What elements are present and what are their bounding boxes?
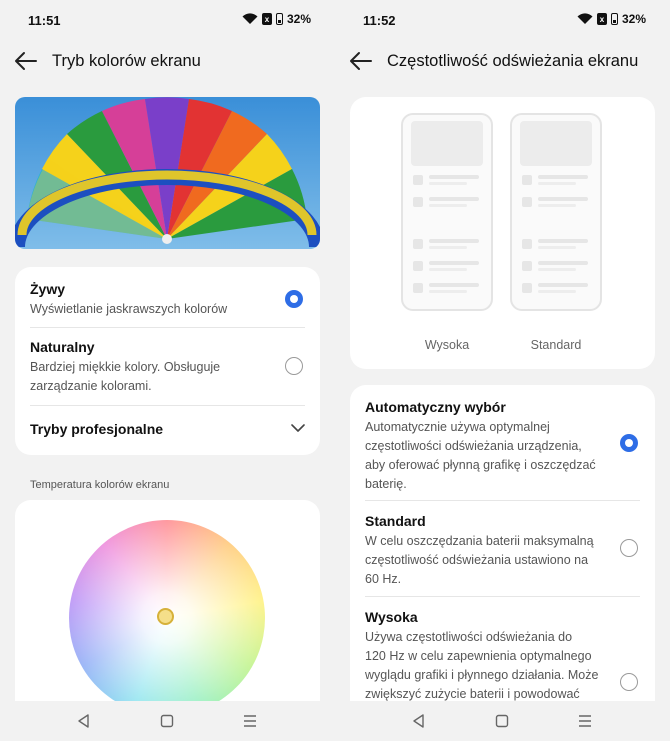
status-icons: x 32% — [242, 12, 311, 26]
option-standard[interactable]: Standard W celu oszczędzania baterii mak… — [365, 513, 610, 589]
refresh-rate-screen: 11:52 x 32% Częstotliwość odświeżania ek… — [335, 0, 670, 741]
color-mode-screen: 11:51 x 32% Tryb kolorów ekranu Żywy Wyś… — [0, 0, 335, 741]
preview-row — [522, 237, 592, 251]
no-sim-icon: x — [596, 13, 607, 25]
back-arrow-icon[interactable] — [14, 50, 38, 72]
desc-line: Używa częstotliwości odświeżania do — [365, 630, 573, 644]
option-natural[interactable]: Naturalny Bardziej miękkie kolory. Obsłu… — [30, 339, 275, 396]
home-square-icon[interactable] — [494, 713, 510, 729]
status-bar: 11:51 x 32% — [0, 0, 335, 40]
back-triangle-icon[interactable] — [411, 713, 427, 729]
battery-icon — [275, 13, 283, 25]
preview-row — [413, 173, 483, 187]
preview-row — [522, 173, 592, 187]
option-auto[interactable]: Automatyczny wybór Automatycznie używa o… — [365, 399, 610, 494]
option-vivid-desc: Wyświetlanie jaskrawszych kolorów — [30, 302, 228, 316]
desc-line: aby oferować płynną grafikę i oszczędzać — [365, 458, 596, 472]
divider — [30, 405, 305, 406]
chevron-down-icon[interactable] — [291, 423, 305, 433]
status-time: 11:51 — [28, 13, 61, 28]
back-arrow-icon[interactable] — [349, 50, 373, 72]
back-triangle-icon[interactable] — [76, 713, 92, 729]
status-time: 11:52 — [363, 13, 396, 28]
vivid-radio[interactable] — [285, 290, 303, 308]
phone-preview-high — [401, 113, 493, 311]
color-mode-options: Żywy Wyświetlanie jaskrawszych kolorów N… — [15, 267, 320, 455]
preview-label-high: Wysoka — [424, 338, 470, 352]
preview-row — [522, 281, 592, 295]
status-bar: 11:52 x 32% — [335, 0, 670, 40]
preview-row — [413, 195, 483, 209]
option-high-desc: Używa częstotliwości odświeżania do 120 … — [365, 628, 610, 704]
option-natural-desc: Bardziej miękkie kolory. Obsługuje zarzą… — [30, 358, 275, 396]
preview-row — [413, 281, 483, 295]
preview-row — [413, 259, 483, 273]
desc-line: baterię. — [365, 477, 407, 491]
preview-row — [413, 237, 483, 251]
refresh-preview-card: Wysoka Standard — [350, 97, 655, 369]
divider — [365, 596, 640, 597]
preview-row — [522, 195, 592, 209]
preview-label-standard: Standard — [530, 338, 582, 352]
phone-preview-standard — [510, 113, 602, 311]
wifi-icon — [577, 13, 593, 24]
option-standard-desc: W celu oszczędzania baterii maksymalną c… — [365, 532, 610, 589]
wifi-icon — [242, 13, 258, 24]
high-radio[interactable] — [620, 673, 638, 691]
battery-percent: 32% — [621, 12, 646, 26]
status-icons: x 32% — [577, 12, 646, 26]
home-square-icon[interactable] — [159, 713, 175, 729]
preview-row — [522, 259, 592, 273]
pro-modes-label: Tryby profesjonalne — [30, 421, 164, 437]
option-auto-title: Automatyczny wybór — [365, 399, 506, 415]
option-natural-title: Naturalny — [30, 339, 95, 355]
battery-icon — [610, 13, 618, 25]
desc-line: Bardziej miękkie kolory. Obsługuje — [30, 360, 221, 374]
divider — [365, 500, 640, 501]
desc-line: wyglądu grafiki i płynnego działania. Mo… — [365, 668, 599, 682]
preview-header-block — [520, 121, 592, 166]
menu-lines-icon[interactable] — [577, 713, 593, 729]
natural-radio[interactable] — [285, 357, 303, 375]
color-wheel[interactable] — [69, 520, 265, 716]
pro-modes-row[interactable]: Tryby profesjonalne — [30, 421, 305, 437]
no-sim-icon: x — [261, 13, 272, 25]
option-auto-desc: Automatycznie używa optymalnej częstotli… — [365, 418, 610, 494]
option-vivid-title: Żywy — [30, 281, 66, 297]
navigation-bar — [0, 701, 335, 741]
page-title: Częstotliwość odświeżania ekranu — [387, 52, 639, 70]
preview-header-block — [411, 121, 483, 166]
color-preview-image — [15, 97, 320, 249]
option-vivid[interactable]: Żywy Wyświetlanie jaskrawszych kolorów — [30, 281, 275, 319]
option-standard-title: Standard — [365, 513, 426, 529]
option-high[interactable]: Wysoka Używa częstotliwości odświeżania … — [365, 609, 610, 704]
navigation-bar — [335, 701, 670, 741]
parachute-illustration — [15, 97, 320, 249]
temperature-section-label: Temperatura kolorów ekranu — [30, 479, 170, 491]
menu-lines-icon[interactable] — [242, 713, 258, 729]
divider — [30, 327, 305, 328]
desc-line: częstotliwość odświeżania ustawiono na — [365, 553, 589, 567]
color-wheel-handle[interactable] — [157, 608, 174, 625]
auto-radio[interactable] — [620, 434, 638, 452]
standard-radio[interactable] — [620, 539, 638, 557]
desc-line: częstotliwości odświeżania urządzenia, — [365, 439, 582, 453]
desc-line: 120 Hz w celu zapewnienia optymalnego — [365, 649, 592, 663]
desc-line: W celu oszczędzania baterii maksymalną — [365, 534, 594, 548]
option-high-title: Wysoka — [365, 609, 418, 625]
refresh-rate-options: Automatyczny wybór Automatycznie używa o… — [350, 385, 655, 725]
page-title: Tryb kolorów ekranu — [52, 52, 201, 70]
app-header: Częstotliwość odświeżania ekranu — [335, 44, 670, 80]
battery-percent: 32% — [286, 12, 311, 26]
desc-line: 60 Hz. — [365, 572, 402, 586]
app-header: Tryb kolorów ekranu — [0, 44, 335, 80]
desc-line: zarządzanie kolorami. — [30, 379, 152, 393]
desc-line: Automatycznie używa optymalnej — [365, 420, 550, 434]
